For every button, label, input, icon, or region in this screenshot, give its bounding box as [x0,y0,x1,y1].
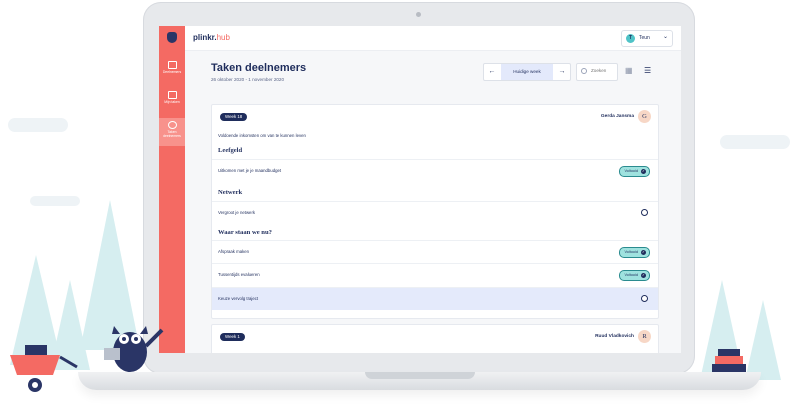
sidebar-item-taken-deelnemers[interactable]: Taken deelnemers [159,118,185,146]
check-icon: ✓ [641,272,646,278]
participant-name: Gerda Jansma [600,114,634,119]
task-row[interactable]: Tussentijds evalueren Voltooid ✓ [212,263,658,286]
search-icon [581,68,587,74]
participant-avatar: R [638,330,651,343]
tree [745,300,781,380]
task-checkbox[interactable] [641,295,648,302]
list-view-icon[interactable]: ☰ [644,66,653,75]
camera [416,12,421,17]
page-title: Taken deelnemers [211,62,307,74]
sidebar: Deelnemers Mijn taken Taken deelnemers [159,50,185,353]
completed-badge[interactable]: Voltooid ✓ [619,247,650,258]
user-avatar: T [626,34,635,43]
tasks-icon [167,91,177,99]
participant-card: Week 18 Gerda Jansma G Voldoende inkomst… [211,104,659,319]
participant-card: Week 1 Ruud Vladkovich R [211,324,659,353]
owl-logo-icon[interactable] [159,26,185,50]
task-row[interactable]: Uitkomen met je je maandbudget Voltooid ✓ [212,159,658,182]
date-range: 26 oktober 2020 - 1 november 2020 [211,77,285,82]
week-badge: Week 1 [220,333,245,341]
brand: plinkr.hub [193,33,230,42]
section-title: Waar staan we nu? [218,229,272,236]
task-row[interactable]: Vergroot je netwerk [212,201,658,224]
current-week-button[interactable]: Huidige week [501,64,553,80]
user-name: Teun [639,35,650,41]
laptop-notch [365,372,475,379]
topbar: plinkr.hub T Teun ⌄ [159,26,681,51]
sidebar-item-mijn-taken[interactable]: Mijn taken [159,88,185,114]
participant-name: Ruud Vladkovich [595,334,634,339]
search-box [576,63,619,81]
next-week-button[interactable]: → [554,64,570,80]
cloud [720,135,790,149]
search-input[interactable] [589,67,619,74]
task-checkbox[interactable] [641,209,648,216]
check-icon: ✓ [641,168,646,174]
goal-text: Voldoende inkomsten om van te kunnen lev… [218,133,306,138]
task-row[interactable]: Afspraak maken Voltooid ✓ [212,240,658,263]
week-navigation: ← Huidige week → [483,63,571,81]
owl-mascot-illustration [104,326,164,372]
user-menu[interactable]: T Teun ⌄ [621,30,673,47]
task-label: Uitkomen met je je maandbudget [218,168,282,173]
week-badge: Week 18 [220,113,248,121]
previous-week-button[interactable]: ← [484,64,500,80]
completed-badge[interactable]: Voltooid ✓ [619,270,650,281]
cloud [8,118,68,132]
target-icon [167,121,177,129]
check-icon: ✓ [641,249,646,255]
task-label: Afspraak maken [218,249,250,254]
task-row[interactable]: Keuze vervolg traject [212,287,658,310]
section-title: Netwerk [218,189,243,196]
app-screen: plinkr.hub T Teun ⌄ Deelnemers Mijn take… [159,26,681,353]
grid-view-icon[interactable]: ▦ [625,66,634,75]
task-label: Keuze vervolg traject [218,296,259,301]
section-title: Leefgeld [218,147,243,154]
task-label: Tussentijds evalueren [218,272,260,277]
completed-badge[interactable]: Voltooid ✓ [619,166,650,177]
books-illustration [712,349,746,372]
chevron-down-icon: ⌄ [662,34,668,40]
participant-avatar: G [638,110,651,123]
cloud [30,196,80,206]
wheelbarrow-illustration [10,345,78,392]
task-label: Vergroot je netwerk [218,210,256,215]
users-icon [167,61,177,69]
sidebar-item-deelnemers[interactable]: Deelnemers [159,58,185,84]
